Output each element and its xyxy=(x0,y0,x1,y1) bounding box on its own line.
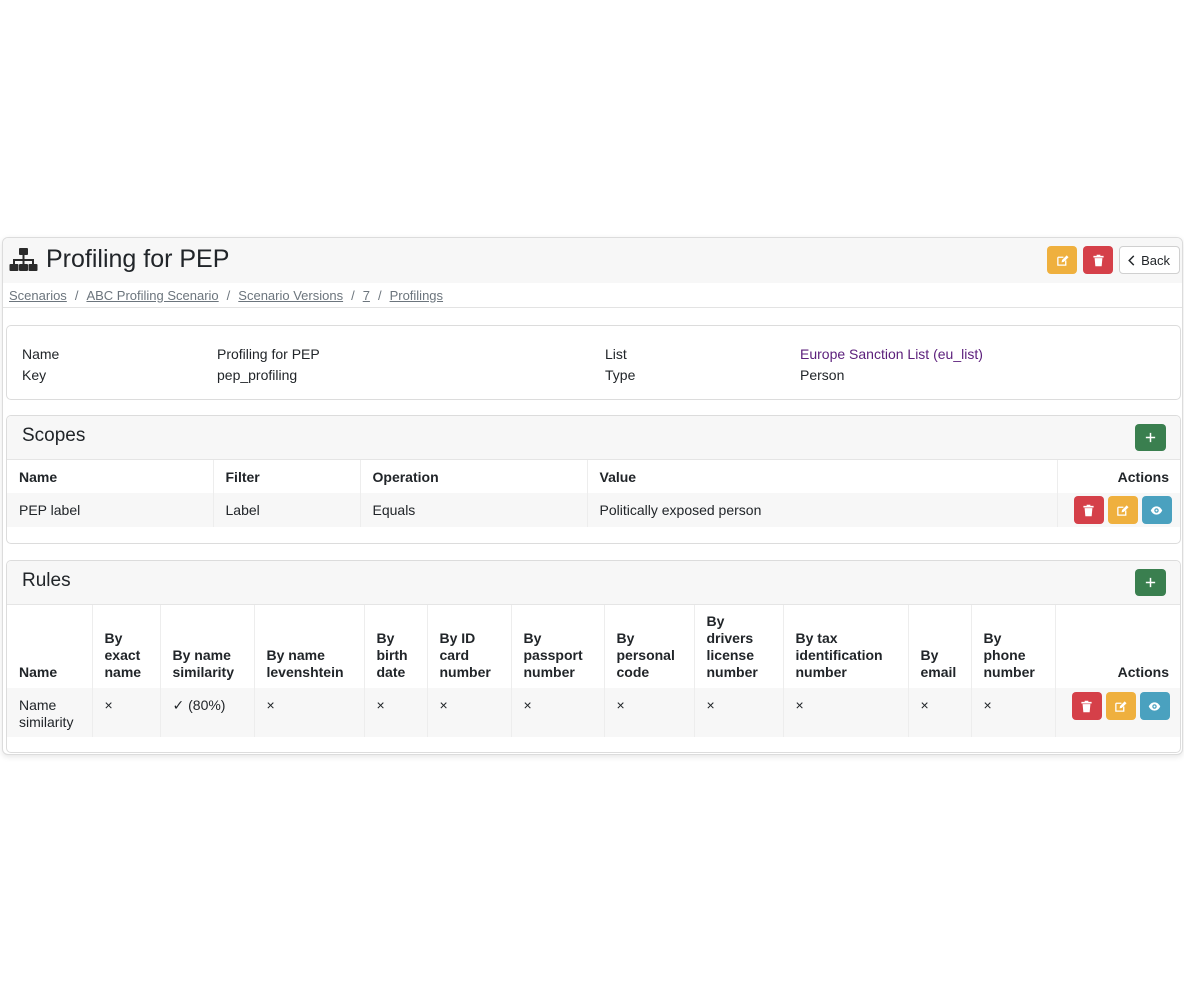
col-name-levenshtein: By name levenshtein xyxy=(253,605,364,688)
breadcrumb: Scenarios / ABC Profiling Scenario / Sce… xyxy=(3,283,1182,308)
edit-icon xyxy=(1117,504,1129,516)
edit-icon xyxy=(1115,700,1127,712)
chevron-left-icon xyxy=(1128,254,1135,266)
rule-name: Name similarity xyxy=(7,688,92,737)
plus-icon xyxy=(1145,577,1156,588)
table-row: PEP label Label Equals Politically expos… xyxy=(7,493,1180,527)
trash-icon xyxy=(1083,504,1094,516)
scope-operation: Equals xyxy=(359,493,587,527)
col-name: Name xyxy=(19,664,58,680)
page-title-text: Profiling for PEP xyxy=(46,245,230,273)
edit-scope-button[interactable] xyxy=(1107,496,1138,524)
rule-name-levenshtein: × xyxy=(253,688,364,737)
view-scope-button[interactable] xyxy=(1141,496,1172,524)
col-value: Value xyxy=(586,460,1057,493)
page-title: Profiling for PEP xyxy=(9,245,229,274)
breadcrumb-scenario[interactable]: ABC Profiling Scenario xyxy=(86,288,218,303)
sitemap-icon xyxy=(9,247,38,271)
edit-icon xyxy=(1056,254,1069,266)
breadcrumb-scenario-versions[interactable]: Scenario Versions xyxy=(238,288,343,303)
back-button[interactable]: Back xyxy=(1119,246,1180,274)
col-actions: Actions xyxy=(1056,460,1180,493)
list-label: List xyxy=(605,346,627,362)
list-link[interactable]: Europe Sanction List (eu_list) xyxy=(800,346,983,362)
col-name-similarity: By name similarity xyxy=(159,605,254,688)
scope-value: Politically exposed person xyxy=(586,493,1057,527)
rules-title: Rules xyxy=(22,570,71,591)
col-actions: Actions xyxy=(1054,605,1180,688)
col-birth-date: By birth date xyxy=(363,605,427,688)
name-value: Profiling for PEP xyxy=(217,346,320,362)
col-id-card: By ID card number xyxy=(426,605,511,688)
profiling-card: Profiling for PEP Back Scenarios / ABC P… xyxy=(2,237,1183,755)
scopes-header: Scopes xyxy=(7,416,1180,460)
col-email: By email xyxy=(907,605,971,688)
breadcrumb-separator: / xyxy=(226,287,231,303)
rule-name-similarity: ✓ (80%) xyxy=(159,688,254,737)
col-tax-id: By tax identification number xyxy=(782,605,908,688)
card-header: Profiling for PEP Back xyxy=(3,238,1182,283)
header-actions: Back xyxy=(1041,246,1180,274)
breadcrumb-separator: / xyxy=(377,287,382,303)
delete-rule-button[interactable] xyxy=(1071,692,1102,720)
rules-panel: Rules Name By exact name By name similar… xyxy=(6,560,1181,753)
rule-phone: × xyxy=(970,688,1055,737)
back-button-label: Back xyxy=(1141,252,1170,268)
eye-icon xyxy=(1150,505,1163,515)
breadcrumb-separator: / xyxy=(351,287,355,303)
rule-email: × xyxy=(907,688,971,737)
col-operation: Operation xyxy=(359,460,587,493)
type-label: Type xyxy=(605,367,636,383)
scopes-panel: Scopes Name Filter Operation Value Actio… xyxy=(6,415,1181,544)
rule-personal-code: × xyxy=(603,688,694,737)
rule-exact-name: × xyxy=(91,688,160,737)
rules-header: Rules xyxy=(7,561,1180,605)
edit-profiling-button[interactable] xyxy=(1047,246,1078,274)
col-personal-code: By personal code xyxy=(603,605,694,688)
eye-icon xyxy=(1148,701,1161,711)
col-filter: Filter xyxy=(212,460,360,493)
scopes-table: Name Filter Operation Value Actions PEP … xyxy=(7,460,1180,527)
col-exact-name: By exact name xyxy=(91,605,160,688)
rule-tax-id: × xyxy=(782,688,908,737)
scope-name: PEP label xyxy=(7,493,213,527)
add-scope-button[interactable] xyxy=(1135,424,1166,451)
view-rule-button[interactable] xyxy=(1139,692,1170,720)
key-value: pep_profiling xyxy=(217,367,298,383)
scope-actions xyxy=(1056,493,1180,527)
scopes-title: Scopes xyxy=(22,425,86,446)
plus-icon xyxy=(1145,432,1156,443)
breadcrumb-profilings[interactable]: Profilings xyxy=(390,288,443,303)
col-phone: By phone number xyxy=(970,605,1055,688)
rule-drivers-license: × xyxy=(693,688,783,737)
add-rule-button[interactable] xyxy=(1135,569,1166,596)
col-passport: By passport number xyxy=(510,605,604,688)
rule-birth-date: × xyxy=(363,688,427,737)
col-name: Name xyxy=(19,469,58,485)
key-label: Key xyxy=(22,367,47,383)
trash-icon xyxy=(1092,254,1104,266)
delete-profiling-button[interactable] xyxy=(1083,246,1114,274)
details-panel: Name Profiling for PEP Key pep_profiling… xyxy=(6,325,1181,400)
breadcrumb-separator: / xyxy=(74,287,79,303)
rule-actions xyxy=(1054,688,1180,737)
delete-scope-button[interactable] xyxy=(1073,496,1104,524)
scope-filter: Label xyxy=(212,493,360,527)
table-row: Name similarity × ✓ (80%) × × × × × × × … xyxy=(7,688,1180,737)
type-value: Person xyxy=(800,367,845,383)
breadcrumb-version[interactable]: 7 xyxy=(363,288,370,303)
name-label: Name xyxy=(22,346,60,362)
rule-id-card: × xyxy=(426,688,511,737)
edit-rule-button[interactable] xyxy=(1105,692,1136,720)
trash-icon xyxy=(1081,700,1092,712)
rules-table: Name By exact name By name similarity By… xyxy=(7,605,1180,737)
breadcrumb-scenarios[interactable]: Scenarios xyxy=(9,288,67,303)
col-drivers-license: By drivers license number xyxy=(693,605,783,688)
rule-passport: × xyxy=(510,688,604,737)
